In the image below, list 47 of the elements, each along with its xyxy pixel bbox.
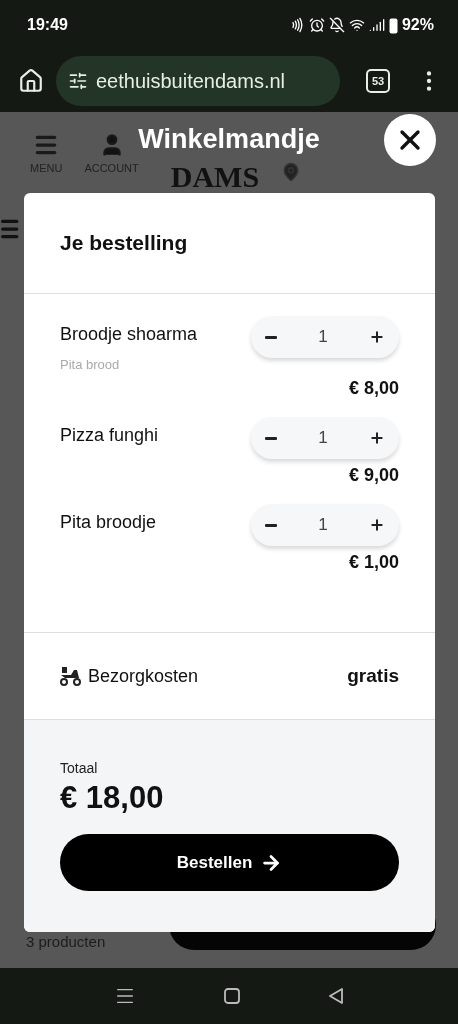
site-settings-icon[interactable] xyxy=(68,71,88,91)
plus-icon xyxy=(369,329,385,345)
status-time: 19:49 xyxy=(27,16,68,34)
item-note: Pita brood xyxy=(60,357,121,372)
increase-button[interactable] xyxy=(369,329,385,345)
bell-off-icon xyxy=(328,17,345,33)
total-label: Totaal xyxy=(60,760,99,776)
item-quantity: 1 xyxy=(318,428,328,448)
item-name: Pizza funghi xyxy=(60,425,159,446)
minus-icon xyxy=(265,436,277,440)
battery-icon xyxy=(388,16,398,34)
delivery-label: Bezorgkosten xyxy=(88,665,199,687)
item-quantity: 1 xyxy=(318,515,328,535)
wifi-icon xyxy=(348,17,365,33)
decrease-button[interactable] xyxy=(265,523,277,527)
scooter-icon xyxy=(60,666,82,686)
item-price: € 8,00 xyxy=(348,378,399,399)
order-heading: Je bestelling xyxy=(60,231,188,255)
url-text: eethuisbuitendams.nl xyxy=(96,69,285,93)
delivery-cost: gratis xyxy=(347,665,399,687)
address-bar[interactable]: eethuisbuitendams.nl xyxy=(56,56,340,106)
logo: DAMS xyxy=(170,160,260,194)
item-quantity: 1 xyxy=(318,327,328,347)
plus-icon xyxy=(369,517,385,533)
item-name: Pita broodje xyxy=(60,512,157,533)
home-icon[interactable] xyxy=(18,68,44,94)
total-amount: € 18,00 xyxy=(60,780,165,816)
increase-button[interactable] xyxy=(369,517,385,533)
back-icon[interactable] xyxy=(328,988,344,1004)
item-name: Broodje shoarma xyxy=(60,324,198,345)
battery-level: 92% xyxy=(401,16,434,34)
increase-button[interactable] xyxy=(369,430,385,446)
decrease-button[interactable] xyxy=(265,436,277,440)
decrease-button[interactable] xyxy=(265,335,277,339)
alarm-icon xyxy=(308,17,325,33)
item-price: € 1,00 xyxy=(348,552,399,573)
home-button-icon[interactable] xyxy=(224,988,240,1004)
order-button[interactable]: Bestellen xyxy=(60,834,399,891)
item-price: € 9,00 xyxy=(348,465,399,486)
minus-icon xyxy=(265,335,277,339)
minus-icon xyxy=(265,523,277,527)
close-button[interactable] xyxy=(384,114,436,166)
cart-title: Winkelmandje xyxy=(138,124,320,155)
signal-icon xyxy=(368,17,385,33)
product-count: 3 producten xyxy=(26,933,106,950)
plus-icon xyxy=(369,430,385,446)
tab-count[interactable]: 53 xyxy=(366,69,390,93)
